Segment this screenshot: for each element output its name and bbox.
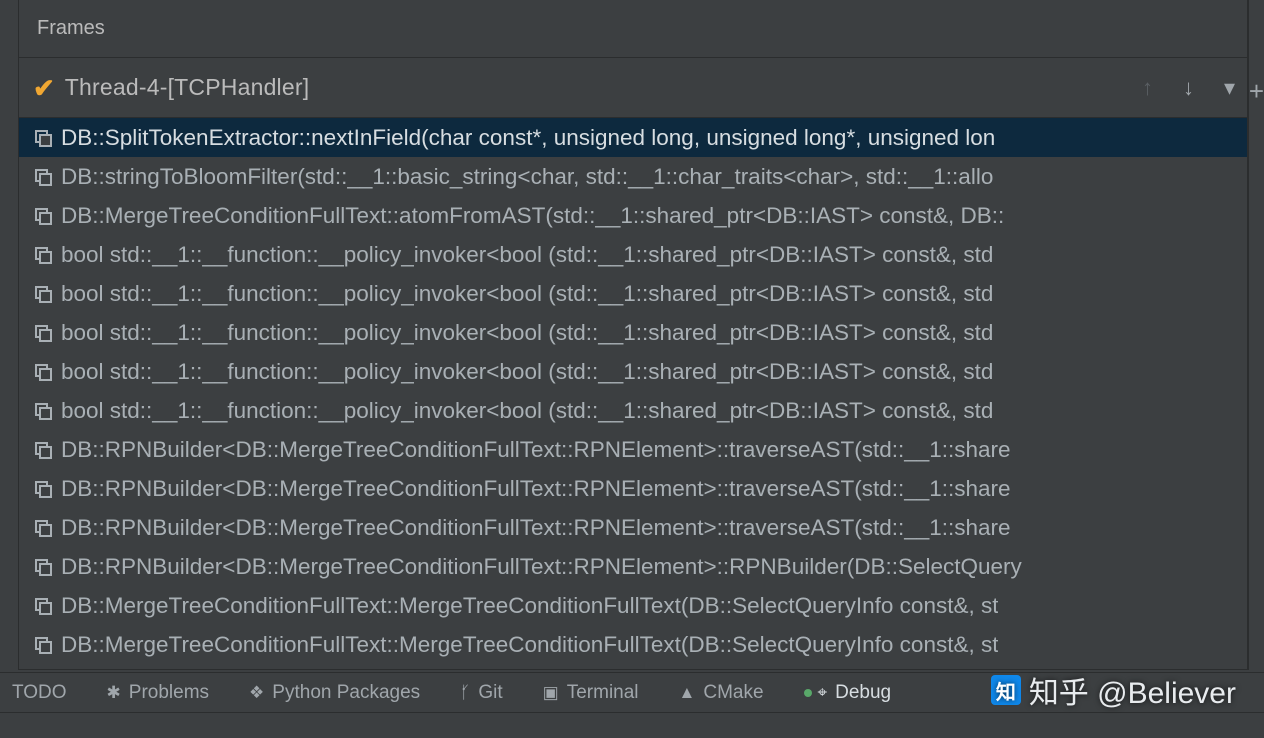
stack-frame[interactable]: bool std::__1::__function::__policy_invo… (19, 391, 1247, 430)
frame-icon (33, 401, 53, 421)
frame-icon (33, 518, 53, 538)
tab-debug[interactable]: ⌖ Debug (804, 682, 892, 704)
frame-label: DB::RPNBuilder<DB::MergeTreeConditionFul… (61, 476, 1011, 502)
frame-icon (33, 284, 53, 304)
frame-icon (33, 440, 53, 460)
frames-header: Frames (19, 0, 1247, 58)
stack-frame[interactable]: DB::RPNBuilder<DB::MergeTreeConditionFul… (19, 547, 1247, 586)
stack-frame[interactable]: DB::RPNBuilder<DB::MergeTreeConditionFul… (19, 430, 1247, 469)
status-bar (0, 712, 1264, 738)
stack-frame[interactable]: DB::MergeTreeConditionFullText::MergeTre… (19, 625, 1247, 664)
frame-label: DB::MergeTreeConditionFullText::atomFrom… (61, 203, 1004, 229)
frame-icon (33, 167, 53, 187)
cmake-icon: ▲ (679, 684, 696, 701)
frame-label: bool std::__1::__function::__policy_invo… (61, 281, 993, 307)
arrow-up-icon[interactable]: ↑ (1142, 75, 1153, 101)
active-dot-icon (804, 689, 812, 697)
tab-label: Debug (835, 682, 891, 704)
frame-label: DB::RPNBuilder<DB::MergeTreeConditionFul… (61, 554, 1022, 580)
arrow-down-icon[interactable]: ↓ (1183, 75, 1194, 101)
frame-label: DB::stringToBloomFilter(std::__1::basic_… (61, 164, 993, 190)
stack-frame[interactable]: DB::RPNBuilder<DB::MergeTreeConditionFul… (19, 508, 1247, 547)
thread-controls: ↑ ↓ ▾ (1142, 58, 1235, 117)
tool-window-right-strip: + (1248, 0, 1264, 670)
frame-icon (33, 479, 53, 499)
frame-label: bool std::__1::__function::__policy_invo… (61, 398, 993, 424)
frame-icon (33, 635, 53, 655)
tab-label: CMake (703, 682, 763, 704)
bottom-tool-bar: TODO ✱ Problems ❖ Python Packages ᚶ Git … (0, 672, 1264, 712)
plus-icon[interactable]: + (1249, 78, 1264, 104)
tab-problems[interactable]: ✱ Problems (107, 682, 210, 704)
stack-frame[interactable]: DB::MergeTreeConditionFullText::MergeTre… (19, 586, 1247, 625)
stack-frame[interactable]: bool std::__1::__function::__policy_invo… (19, 274, 1247, 313)
check-icon: ✔ (33, 75, 55, 101)
frames-panel: Frames ✔ Thread-4-[TCPHandler] ↑ ↓ ▾ DB:… (18, 0, 1248, 670)
stack-frame[interactable]: bool std::__1::__function::__policy_invo… (19, 352, 1247, 391)
frame-label: DB::SplitTokenExtractor::nextInField(cha… (61, 125, 995, 151)
stack-frame[interactable]: DB::SplitTokenExtractor::nextInField(cha… (19, 118, 1247, 157)
git-branch-icon: ᚶ (460, 684, 470, 701)
stack-frame[interactable]: bool std::__1::__function::__policy_invo… (19, 235, 1247, 274)
tab-todo[interactable]: TODO (12, 682, 67, 704)
problems-icon: ✱ (107, 684, 121, 701)
frame-label: bool std::__1::__function::__policy_invo… (61, 320, 993, 346)
frames-title: Frames (37, 17, 105, 40)
chevron-down-icon[interactable]: ▾ (1224, 75, 1235, 101)
tab-python-packages[interactable]: ❖ Python Packages (249, 682, 420, 704)
tab-git[interactable]: ᚶ Git (460, 682, 502, 704)
debug-icon: ⌖ (818, 684, 828, 701)
frame-icon (33, 245, 53, 265)
tab-cmake[interactable]: ▲ CMake (679, 682, 764, 704)
tab-label: Problems (129, 682, 209, 704)
packages-icon: ❖ (249, 684, 264, 701)
frame-label: DB::MergeTreeConditionFullText::MergeTre… (61, 632, 998, 658)
frame-label: DB::RPNBuilder<DB::MergeTreeConditionFul… (61, 437, 1011, 463)
stack-frame[interactable]: bool std::__1::__function::__policy_invo… (19, 313, 1247, 352)
frame-label: DB::MergeTreeConditionFullText::MergeTre… (61, 593, 998, 619)
frame-icon (33, 557, 53, 577)
frames-list: DB::SplitTokenExtractor::nextInField(cha… (19, 118, 1247, 669)
stack-frame[interactable]: DB::stringToBloomFilter(std::__1::basic_… (19, 157, 1247, 196)
thread-selector[interactable]: ✔ Thread-4-[TCPHandler] ↑ ↓ ▾ (19, 58, 1247, 118)
frame-icon (33, 596, 53, 616)
frame-icon (33, 323, 53, 343)
tab-terminal[interactable]: ▣ Terminal (543, 682, 639, 704)
frame-icon (33, 362, 53, 382)
tab-label: Terminal (567, 682, 639, 704)
terminal-icon: ▣ (543, 684, 559, 701)
frame-label: bool std::__1::__function::__policy_invo… (61, 242, 993, 268)
frame-icon (33, 128, 53, 148)
frame-label: DB::RPNBuilder<DB::MergeTreeConditionFul… (61, 515, 1011, 541)
stack-frame[interactable]: DB::RPNBuilder<DB::MergeTreeConditionFul… (19, 469, 1247, 508)
frame-label: bool std::__1::__function::__policy_invo… (61, 359, 993, 385)
thread-name: Thread-4-[TCPHandler] (65, 74, 310, 101)
frame-icon (33, 206, 53, 226)
tab-label: TODO (12, 682, 67, 704)
tab-label: Git (478, 682, 502, 704)
stack-frame[interactable]: DB::MergeTreeConditionFullText::atomFrom… (19, 196, 1247, 235)
tab-label: Python Packages (272, 682, 420, 704)
